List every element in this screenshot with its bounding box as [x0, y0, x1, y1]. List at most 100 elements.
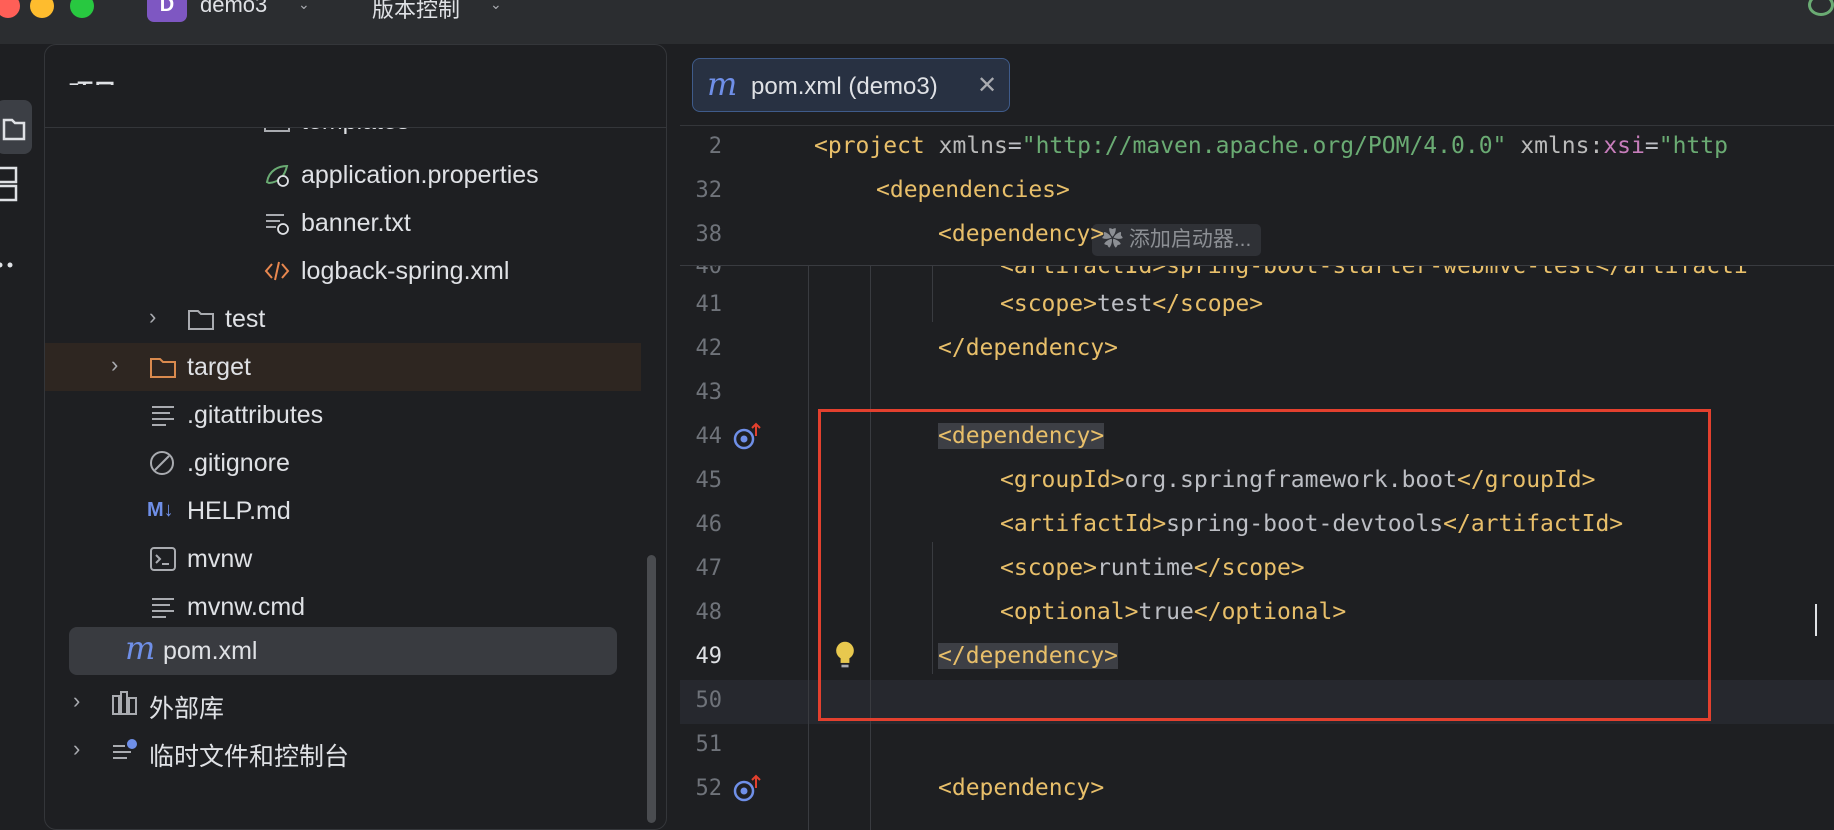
code-line: 52 <dependency>: [680, 768, 1404, 812]
line-number: 42: [695, 336, 723, 361]
xml-tag: <dependency>: [938, 775, 1105, 801]
tree-item-label: pom.xml: [163, 637, 258, 665]
code-line: 32 <dependencies>: [680, 170, 1404, 214]
tree-item-test[interactable]: › test: [45, 295, 666, 343]
tree-item-help-md[interactable]: M↓ HELP.md: [45, 487, 666, 535]
line-number: 45: [695, 468, 723, 493]
chevron-right-icon[interactable]: ›: [111, 352, 118, 378]
tree-item-pom-xml[interactable]: m pom.xml: [69, 627, 617, 675]
tree-item-gitignore[interactable]: .gitignore: [45, 439, 666, 487]
line-number: 46: [695, 512, 723, 537]
project-panel: 项目 ⌄ templates application.properties ba…: [44, 44, 667, 830]
markdown-icon: M↓: [147, 499, 174, 521]
vcs-menu[interactable]: 版本控制: [372, 0, 460, 24]
chevron-down-icon[interactable]: ⌄: [298, 0, 310, 13]
project-badge[interactable]: D: [147, 0, 187, 22]
xml-attr: xmlns: [924, 133, 1008, 159]
tree-item-label: .gitignore: [187, 449, 290, 477]
line-number: 2: [708, 134, 722, 159]
line-number: 43: [695, 380, 723, 405]
tree-item-scratches[interactable]: › 临时文件和控制台: [45, 727, 666, 775]
sticky-lines: 2 <project xmlns="http://maven.apache.or…: [680, 126, 1834, 266]
tab-pom-xml[interactable]: m pom.xml (demo3) ✕: [692, 58, 1010, 112]
tree-item-label: HELP.md: [187, 497, 291, 525]
folder-icon: [2, 118, 26, 141]
xml-namespace: xsi: [1603, 133, 1645, 159]
line-number: 52: [695, 776, 723, 801]
more-icon[interactable]: [0, 252, 22, 278]
editor-tab-bar: m pom.xml (demo3) ✕: [680, 44, 1834, 126]
maven-icon: m: [707, 65, 738, 103]
line-number: 51: [695, 732, 723, 757]
tree-item-label: mvnw: [187, 545, 253, 573]
line-number: 47: [695, 556, 723, 581]
code-line: 42 </dependency>: [680, 328, 1404, 372]
close-window-button[interactable]: [0, 0, 20, 18]
xml-text: test: [1096, 291, 1153, 317]
line-number: 44: [695, 424, 723, 449]
tree-item-external-libraries[interactable]: › 外部库: [45, 679, 666, 727]
xml-value: "http://maven.apache.org/POM/4.0.0": [1021, 133, 1507, 159]
xml-attr: xmlns:: [1506, 133, 1604, 159]
status-icon[interactable]: [1808, 0, 1834, 16]
text-caret: [1815, 604, 1817, 636]
code-line: 38 <dependency>: [680, 214, 1404, 258]
xml-eq: =: [1644, 133, 1659, 159]
tree-item-banner-txt[interactable]: banner.txt: [45, 199, 666, 247]
run-config-icon[interactable]: [732, 422, 762, 452]
xml-tag: <dependency>: [938, 221, 1105, 247]
text-file-icon: [152, 406, 174, 426]
line-number: 41: [695, 292, 723, 317]
tree-item-target[interactable]: › target: [45, 343, 641, 391]
xml-tag: </dependency>: [938, 335, 1119, 361]
tree-item-application-properties[interactable]: application.properties: [45, 151, 666, 199]
text-file-icon: [152, 598, 174, 618]
chevron-right-icon[interactable]: ›: [73, 736, 80, 762]
tree-item-logback-spring-xml[interactable]: logback-spring.xml: [45, 247, 666, 295]
folder-icon: [150, 358, 176, 378]
project-tool-button[interactable]: [0, 100, 32, 154]
tree-item-label: 临时文件和控制台: [149, 743, 350, 771]
xml-tag: <dependencies>: [876, 177, 1070, 203]
tree-item-label: banner.txt: [301, 209, 411, 237]
library-icon: [112, 691, 137, 715]
ignore-file-icon: [150, 451, 174, 475]
xml-tag: <project: [814, 133, 925, 159]
chevron-right-icon[interactable]: ›: [149, 304, 156, 330]
xml-tag: <scope>: [1000, 291, 1097, 317]
panel-scrollbar[interactable]: [647, 555, 656, 823]
xml-value: "http: [1658, 133, 1728, 159]
code-line: 51: [680, 724, 1404, 768]
close-icon[interactable]: ✕: [977, 71, 997, 100]
tree-item-mvnw[interactable]: mvnw: [45, 535, 666, 583]
structure-icon[interactable]: [0, 162, 24, 206]
maven-icon: m: [125, 629, 156, 667]
minimize-window-button[interactable]: [30, 0, 54, 18]
scratch-icon: [113, 739, 137, 759]
chevron-down-icon[interactable]: ⌄: [490, 0, 502, 13]
terminal-file-icon: [150, 547, 176, 571]
xml-tag: </scope>: [1152, 291, 1264, 317]
tree-item-label: application.properties: [301, 161, 539, 189]
xml-file-icon: [264, 261, 290, 281]
line-number: 49: [695, 644, 723, 669]
code-line: 2 <project xmlns="http://maven.apache.or…: [680, 126, 1728, 170]
xml-eq: =: [1007, 133, 1022, 159]
line-number: 38: [695, 222, 723, 247]
tree-item-mvnw-cmd[interactable]: mvnw.cmd: [45, 583, 666, 631]
run-config-icon[interactable]: [732, 774, 762, 804]
highlight-box: [818, 409, 1711, 721]
tree-item-label: .gitattributes: [187, 401, 324, 429]
maximize-window-button[interactable]: [70, 0, 94, 18]
title-bar: D demo3 ⌄ 版本控制 ⌄: [0, 0, 1834, 44]
tree-item-label: 外部库: [149, 695, 225, 723]
tree-item-label: test: [225, 305, 266, 333]
code-line: 41 <scope>test</scope>: [680, 284, 1404, 328]
project-switcher[interactable]: demo3: [200, 0, 267, 18]
tool-window-strip: [0, 44, 40, 830]
line-number: 32: [695, 178, 723, 203]
line-number: 50: [695, 688, 723, 713]
panel-header-overlay: [45, 85, 666, 128]
chevron-right-icon[interactable]: ›: [73, 688, 80, 714]
tree-item-gitattributes[interactable]: .gitattributes: [45, 391, 666, 439]
